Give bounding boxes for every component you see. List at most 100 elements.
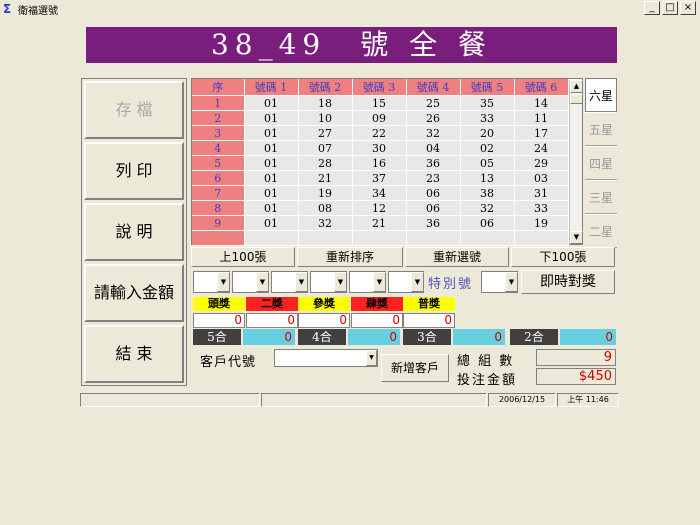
- chevron-down-icon[interactable]: ▼: [334, 272, 347, 292]
- number-cell[interactable]: 01: [244, 110, 299, 126]
- help-button[interactable]: 說 明: [84, 203, 184, 261]
- save-button[interactable]: 存 檔: [84, 81, 184, 139]
- row-index[interactable]: 3: [192, 125, 245, 141]
- table-row[interactable]: 5 01 28 16 36 05 29: [192, 155, 569, 171]
- number-cell[interactable]: 01: [244, 170, 299, 186]
- chevron-down-icon[interactable]: ▼: [411, 272, 424, 292]
- number-cell[interactable]: 01: [244, 200, 299, 216]
- number-cell[interactable]: 37: [352, 170, 407, 186]
- number-cell[interactable]: 23: [406, 170, 461, 186]
- print-button[interactable]: 列 印: [84, 142, 184, 200]
- number-cell[interactable]: 21: [298, 170, 353, 186]
- number-cell[interactable]: 27: [298, 125, 353, 141]
- table-row[interactable]: 3 01 27 22 32 20 17: [192, 125, 569, 141]
- row-index[interactable]: 9: [192, 215, 245, 231]
- number-select-6[interactable]: ▼: [388, 271, 424, 293]
- table-row[interactable]: 1 01 18 15 25 35 14: [192, 95, 569, 111]
- number-cell[interactable]: 01: [244, 140, 299, 156]
- enter-amount-button[interactable]: 請輸入金額: [84, 264, 184, 322]
- maximize-button[interactable]: □: [662, 1, 678, 15]
- number-cell[interactable]: 17: [514, 125, 569, 141]
- row-index[interactable]: 2: [192, 110, 245, 126]
- table-row[interactable]: 9 01 32 21 36 06 19: [192, 215, 569, 231]
- grid-vertical-scrollbar[interactable]: ▲ ▼: [569, 80, 583, 244]
- row-index[interactable]: 4: [192, 140, 245, 156]
- row-index[interactable]: 7: [192, 185, 245, 201]
- number-cell[interactable]: 19: [514, 215, 569, 231]
- number-cell[interactable]: 32: [406, 125, 461, 141]
- chevron-down-icon[interactable]: ▼: [373, 272, 386, 292]
- instant-check-button[interactable]: 即時對獎: [521, 270, 615, 294]
- scroll-up-icon[interactable]: ▲: [570, 80, 583, 93]
- scroll-thumb[interactable]: [570, 94, 583, 104]
- reselect-button[interactable]: 重新選號: [405, 247, 509, 267]
- row-index[interactable]: 5: [192, 155, 245, 171]
- table-row[interactable]: 8 01 08 12 06 32 33: [192, 200, 569, 216]
- number-cell[interactable]: 12: [352, 200, 407, 216]
- add-customer-button[interactable]: 新增客戶: [381, 354, 449, 382]
- number-cell[interactable]: 15: [352, 95, 407, 111]
- chevron-down-icon[interactable]: ▼: [505, 272, 518, 292]
- customer-id-select[interactable]: ▼: [274, 349, 378, 367]
- minimize-button[interactable]: _: [644, 1, 660, 15]
- number-cell[interactable]: 03: [514, 170, 569, 186]
- number-cell[interactable]: 20: [460, 125, 515, 141]
- number-cell[interactable]: 31: [514, 185, 569, 201]
- tab-three-star[interactable]: 三星: [585, 180, 617, 214]
- number-select-2[interactable]: ▼: [232, 271, 269, 293]
- number-cell[interactable]: 06: [460, 215, 515, 231]
- chevron-down-icon[interactable]: ▼: [295, 272, 308, 292]
- number-cell[interactable]: 09: [352, 110, 407, 126]
- number-cell[interactable]: 24: [514, 140, 569, 156]
- number-cell[interactable]: 05: [460, 155, 515, 171]
- table-row[interactable]: 7 01 19 34 06 38 31: [192, 185, 569, 201]
- tab-two-star[interactable]: 二星: [585, 214, 617, 248]
- number-cell[interactable]: 34: [352, 185, 407, 201]
- prev-100-button[interactable]: 上100張: [191, 247, 295, 267]
- row-index[interactable]: 8: [192, 200, 245, 216]
- number-cell[interactable]: 08: [298, 200, 353, 216]
- number-cell[interactable]: 18: [298, 95, 353, 111]
- number-cell[interactable]: 02: [460, 140, 515, 156]
- number-cell[interactable]: 29: [514, 155, 569, 171]
- number-cell[interactable]: 32: [298, 215, 353, 231]
- number-select-3[interactable]: ▼: [271, 271, 308, 293]
- exit-button[interactable]: 結 束: [84, 325, 184, 383]
- table-row[interactable]: 2 01 10 09 26 33 11: [192, 110, 569, 126]
- tab-six-star[interactable]: 六星: [585, 78, 617, 112]
- number-cell[interactable]: 30: [352, 140, 407, 156]
- number-cell[interactable]: 22: [352, 125, 407, 141]
- table-row[interactable]: 6 01 21 37 23 13 03: [192, 170, 569, 186]
- number-cell[interactable]: 19: [298, 185, 353, 201]
- number-cell[interactable]: 35: [460, 95, 515, 111]
- number-cell[interactable]: 06: [406, 185, 461, 201]
- number-cell[interactable]: 10: [298, 110, 353, 126]
- number-cell[interactable]: 16: [352, 155, 407, 171]
- next-100-button[interactable]: 下100張: [511, 247, 615, 267]
- number-cell[interactable]: 26: [406, 110, 461, 126]
- number-cell[interactable]: 36: [406, 215, 461, 231]
- tab-five-star[interactable]: 五星: [585, 112, 617, 146]
- number-cell[interactable]: 32: [460, 200, 515, 216]
- table-row[interactable]: 4 01 07 30 04 02 24: [192, 140, 569, 156]
- number-cell[interactable]: 13: [460, 170, 515, 186]
- number-cell[interactable]: 01: [244, 125, 299, 141]
- number-cell[interactable]: 04: [406, 140, 461, 156]
- number-grid[interactable]: 序 號碼 1 號碼 2 號碼 3 號碼 4 號碼 5 號碼 6 1 01 18 15 2…: [191, 78, 583, 246]
- number-cell[interactable]: 07: [298, 140, 353, 156]
- row-index[interactable]: 1: [192, 95, 245, 111]
- number-cell[interactable]: 01: [244, 215, 299, 231]
- chevron-down-icon[interactable]: ▼: [217, 272, 230, 292]
- number-cell[interactable]: 06: [406, 200, 461, 216]
- number-cell[interactable]: 25: [406, 95, 461, 111]
- scroll-down-icon[interactable]: ▼: [570, 231, 583, 244]
- number-cell[interactable]: 01: [244, 185, 299, 201]
- number-select-1[interactable]: ▼: [193, 271, 230, 293]
- chevron-down-icon[interactable]: ▼: [256, 272, 269, 292]
- number-cell[interactable]: 11: [514, 110, 569, 126]
- number-cell[interactable]: 14: [514, 95, 569, 111]
- tab-four-star[interactable]: 四星: [585, 146, 617, 180]
- number-cell[interactable]: 01: [244, 95, 299, 111]
- chevron-down-icon[interactable]: ▼: [366, 350, 377, 366]
- number-cell[interactable]: 33: [514, 200, 569, 216]
